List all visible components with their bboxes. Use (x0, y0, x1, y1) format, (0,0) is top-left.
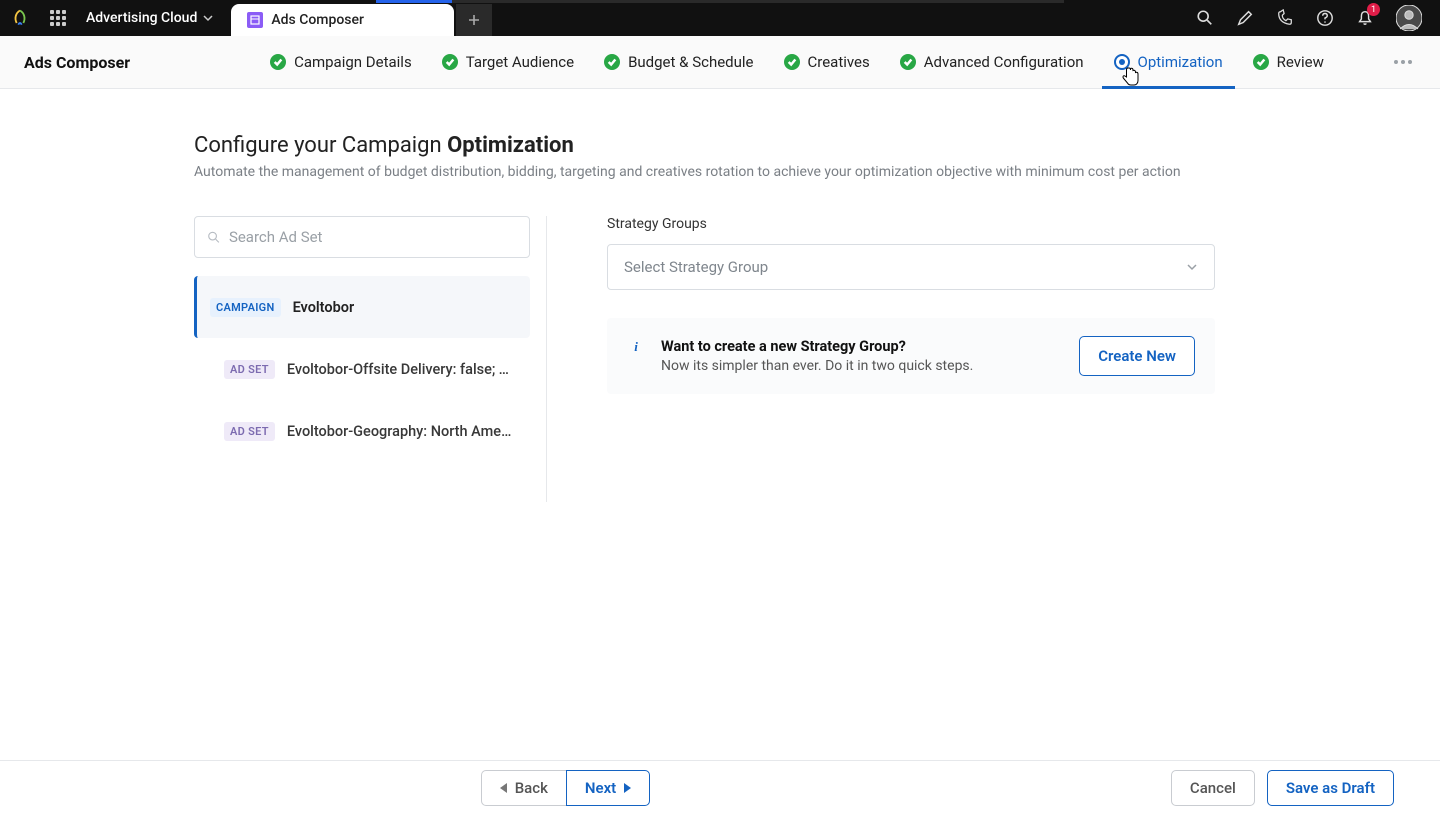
campaign-chip: CAMPAIGN (210, 298, 281, 317)
topbar: Advertising Cloud Ads Composer 1 (0, 0, 1440, 36)
step-budget-schedule[interactable]: Budget & Schedule (604, 36, 753, 88)
check-circle-icon (442, 54, 458, 70)
adset-panel: CAMPAIGN Evoltobor AD SET Evoltobor-Offs… (194, 216, 546, 462)
phone-icon[interactable] (1276, 9, 1294, 27)
check-circle-icon (1253, 54, 1269, 70)
check-circle-icon (604, 54, 620, 70)
suite-dropdown[interactable]: Advertising Cloud (76, 10, 227, 26)
chevron-down-icon (1186, 261, 1198, 273)
tab-title: Ads Composer (271, 12, 364, 28)
strategy-panel: Strategy Groups Select Strategy Group i … (547, 216, 1207, 462)
next-label: Next (585, 779, 616, 797)
select-placeholder: Select Strategy Group (624, 258, 768, 276)
step-label: Target Audience (466, 53, 574, 71)
create-strategy-info-card: i Want to create a new Strategy Group? N… (607, 318, 1215, 394)
back-label: Back (515, 779, 548, 797)
current-step-icon (1114, 54, 1130, 70)
check-circle-icon (900, 54, 916, 70)
info-body: Now its simpler than ever. Do it in two … (661, 358, 973, 374)
page-title: Ads Composer (24, 53, 130, 72)
adset-name: Evoltobor-Offsite Delivery: false; Targe (287, 361, 514, 378)
step-label: Budget & Schedule (628, 53, 753, 71)
step-label: Review (1277, 53, 1324, 71)
create-new-button[interactable]: Create New (1079, 336, 1195, 376)
help-icon[interactable] (1316, 9, 1334, 27)
save-as-draft-button[interactable]: Save as Draft (1267, 770, 1394, 806)
page-heading: Configure your Campaign Optimization (194, 133, 1440, 158)
more-options-icon[interactable] (1390, 56, 1416, 68)
step-creatives[interactable]: Creatives (784, 36, 870, 88)
campaign-name: Evoltobor (293, 299, 355, 316)
adset-chip: AD SET (224, 360, 275, 379)
notification-badge: 1 (1367, 3, 1380, 16)
adset-chip: AD SET (224, 422, 275, 441)
heading-strong: Optimization (447, 133, 574, 158)
triangle-left-icon (500, 783, 507, 793)
chevron-down-icon (203, 13, 213, 23)
strategy-groups-label: Strategy Groups (607, 216, 1207, 232)
step-label: Campaign Details (294, 53, 412, 71)
edit-icon[interactable] (1236, 9, 1254, 27)
adset-row[interactable]: AD SET Evoltobor-Offsite Delivery: false… (194, 338, 530, 400)
tab-ads-composer[interactable]: Ads Composer (231, 4, 454, 36)
back-button[interactable]: Back (481, 770, 566, 806)
campaign-row[interactable]: CAMPAIGN Evoltobor (194, 276, 530, 338)
step-label: Advanced Configuration (924, 53, 1084, 71)
check-circle-icon (270, 54, 286, 70)
adset-row[interactable]: AD SET Evoltobor-Geography: North Americ… (194, 400, 530, 462)
adset-name: Evoltobor-Geography: North America; (287, 423, 514, 440)
cancel-button[interactable]: Cancel (1171, 770, 1255, 806)
app-switcher-icon[interactable] (40, 10, 76, 26)
new-tab-button[interactable] (456, 4, 492, 36)
next-button[interactable]: Next (566, 770, 650, 806)
plus-icon (467, 13, 481, 27)
loading-progress-bar (376, 0, 452, 3)
page-subheading: Automate the management of budget distri… (194, 164, 1440, 180)
triangle-right-icon (624, 783, 631, 793)
strategy-group-select[interactable]: Select Strategy Group (607, 244, 1215, 290)
app-logo[interactable] (0, 8, 40, 28)
avatar[interactable] (1396, 5, 1422, 31)
loading-progress-track (452, 0, 1064, 3)
step-advanced-configuration[interactable]: Advanced Configuration (900, 36, 1084, 88)
heading-prefix: Configure your Campaign (194, 133, 447, 158)
step-review[interactable]: Review (1253, 36, 1324, 88)
main-content: Configure your Campaign Optimization Aut… (0, 89, 1440, 760)
search-icon[interactable] (1196, 9, 1214, 27)
search-icon (207, 230, 221, 245)
step-target-audience[interactable]: Target Audience (442, 36, 574, 88)
footer-bar: Back Next Cancel Save as Draft (0, 760, 1440, 815)
step-optimization[interactable]: Optimization (1114, 36, 1223, 88)
notifications-icon[interactable]: 1 (1356, 9, 1374, 27)
search-input[interactable] (229, 228, 517, 246)
step-label: Optimization (1138, 53, 1223, 71)
step-campaign-details[interactable]: Campaign Details (270, 36, 412, 88)
check-circle-icon (784, 54, 800, 70)
stepper-bar: Ads Composer Campaign Details Target Aud… (0, 36, 1440, 89)
info-title: Want to create a new Strategy Group? (661, 338, 973, 355)
step-label: Creatives (808, 53, 870, 71)
suite-name-label: Advertising Cloud (86, 10, 197, 26)
search-adset-box[interactable] (194, 216, 530, 258)
info-icon: i (627, 338, 645, 356)
ads-composer-tab-icon (247, 12, 263, 28)
